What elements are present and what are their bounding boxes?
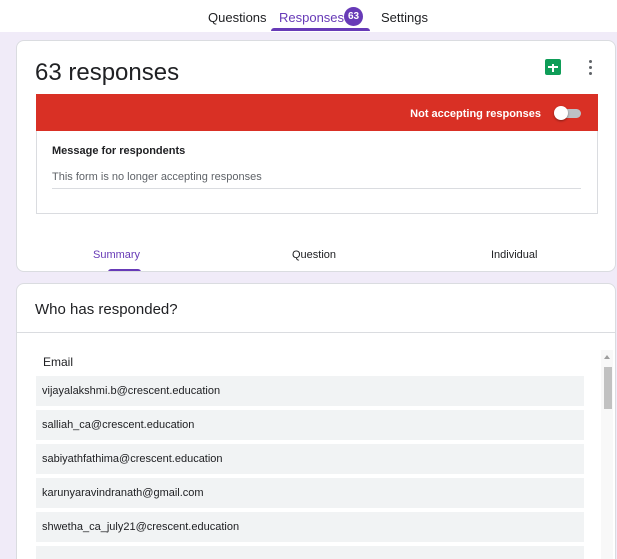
message-field[interactable]: This form is no longer accepting respons… [52,171,581,189]
more-vert-icon[interactable] [585,57,595,77]
accepting-responses-toggle[interactable] [554,106,581,120]
tab-responses[interactable]: Responses 63 [279,7,363,26]
scroll-up-arrow[interactable] [604,355,610,359]
respondent-message-box: Message for respondents This form is no … [36,131,598,214]
tab-questions[interactable]: Questions [208,10,267,25]
top-nav: Questions Responses 63 Settings [0,0,617,32]
responses-count-badge: 63 [344,7,363,26]
accepting-status-label: Not accepting responses [410,108,541,120]
subtab-question[interactable]: Question [292,249,336,261]
email-row-partial[interactable] [36,546,584,559]
scroll-thumb[interactable] [604,367,612,409]
list-scrollbar[interactable] [601,350,613,559]
subtab-individual[interactable]: Individual [491,249,537,261]
email-column-header: Email [43,355,74,369]
subtab-summary[interactable]: Summary [93,249,140,261]
email-row[interactable]: salliah_ca@crescent.education [36,410,584,440]
not-accepting-banner: Not accepting responses [36,94,598,131]
tab-responses-label: Responses [279,10,345,25]
active-tab-indicator [271,28,370,31]
active-subtab-indicator [108,269,141,271]
toggle-thumb [554,106,568,120]
tab-settings[interactable]: Settings [381,10,428,25]
responses-summary-card: 63 responses Not accepting responses Mes… [16,40,616,272]
divider [17,332,615,333]
email-row[interactable]: sabiyathfathima@crescent.education [36,444,584,474]
email-row[interactable]: shwetha_ca_july21@crescent.education [36,512,584,542]
respondents-card: Who has responded? Email vijayalakshmi.b… [16,283,616,559]
respondents-title: Who has responded? [35,301,178,318]
responses-count-title: 63 responses [35,59,180,86]
email-row[interactable]: vijayalakshmi.b@crescent.education [36,376,584,406]
sheets-icon[interactable] [545,59,561,75]
message-label: Message for respondents [52,145,186,157]
email-row[interactable]: karunyaravindranath@gmail.com [36,478,584,508]
